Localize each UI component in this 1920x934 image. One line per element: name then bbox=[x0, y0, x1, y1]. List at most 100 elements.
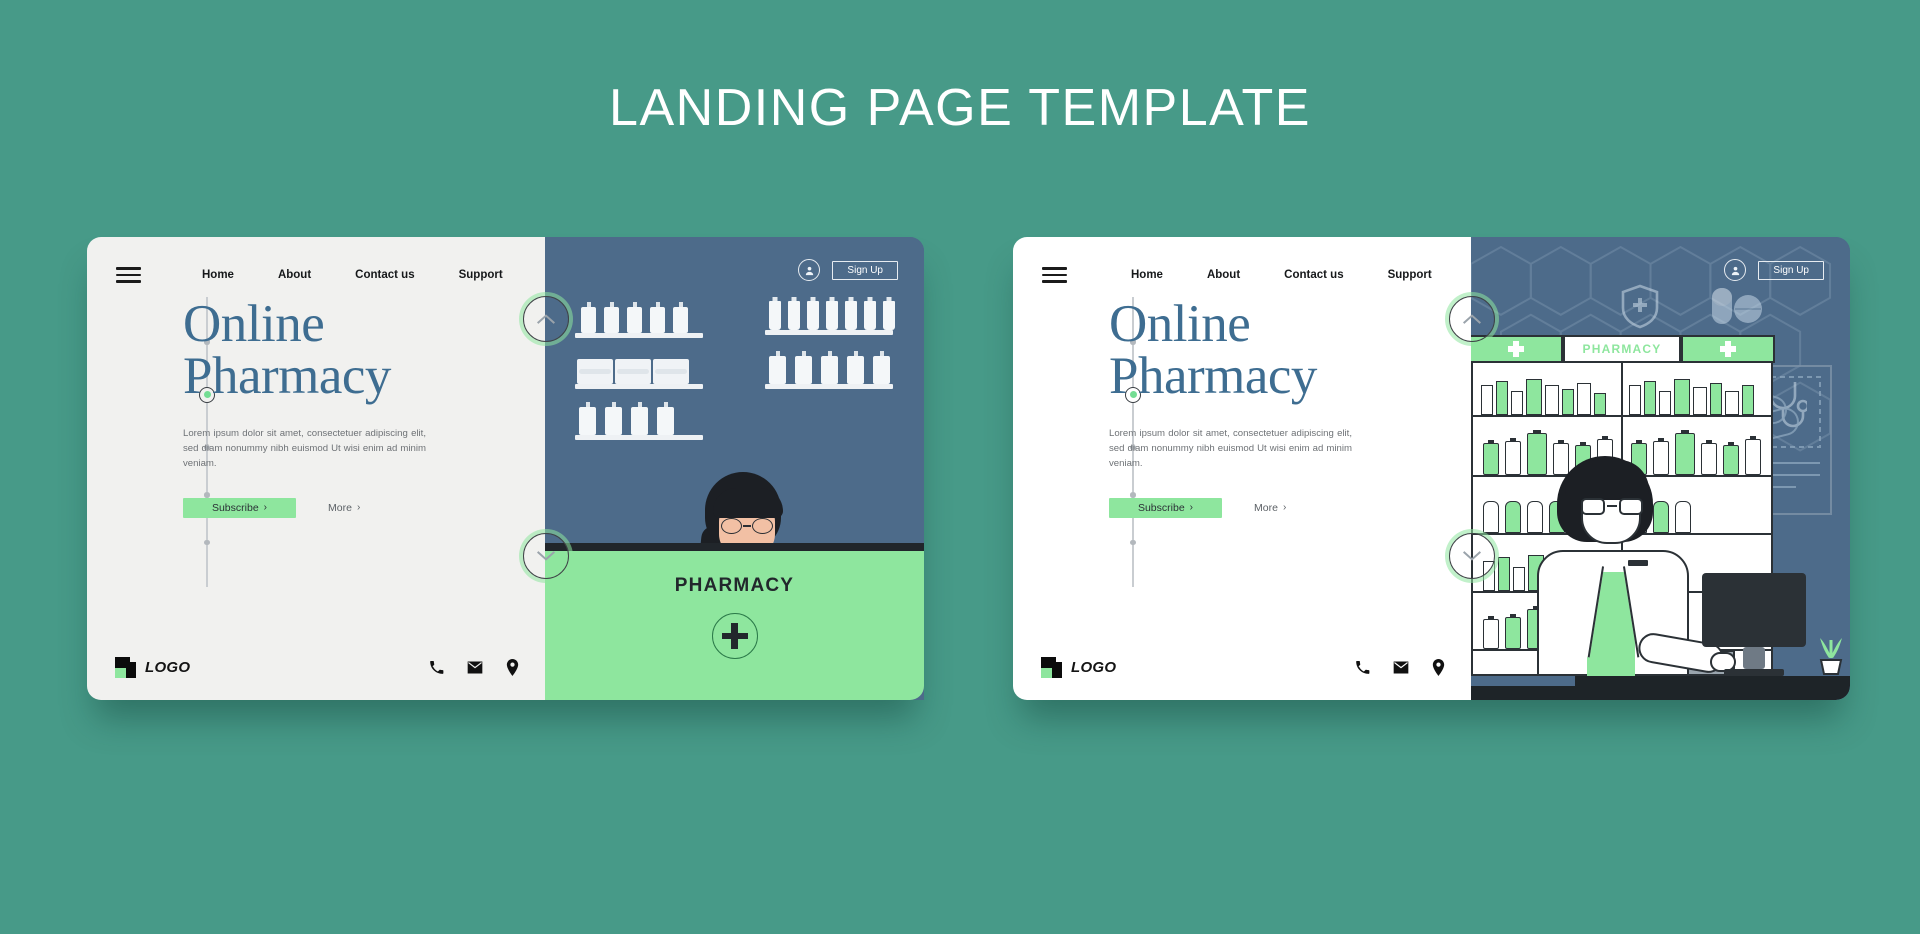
nav-link-support[interactable]: Support bbox=[1366, 269, 1454, 281]
nav-link-contact-us[interactable]: Contact us bbox=[1262, 269, 1365, 281]
chevron-right-icon: › bbox=[1189, 502, 1194, 514]
sign-up-button[interactable]: Sign Up bbox=[1758, 260, 1824, 280]
nav-link-about[interactable]: About bbox=[1185, 269, 1262, 281]
shelf-jar bbox=[847, 356, 864, 384]
card-a-contact-icons bbox=[429, 659, 519, 676]
subscribe-button[interactable]: Subscribe › bbox=[183, 498, 296, 519]
glasses-icon bbox=[1581, 498, 1643, 515]
heading-line-2: Pharmacy bbox=[183, 346, 391, 405]
shelf-tube bbox=[1483, 501, 1499, 533]
shelf-product bbox=[1674, 379, 1690, 415]
shelf-board bbox=[1473, 415, 1771, 417]
nav-link-home[interactable]: Home bbox=[180, 269, 256, 281]
shelf-product bbox=[1710, 383, 1722, 415]
card-b-contact-icons bbox=[1355, 659, 1445, 676]
nav-link-home[interactable]: Home bbox=[1109, 269, 1185, 281]
location-pin-icon[interactable] bbox=[1432, 659, 1445, 676]
shelf-jar bbox=[604, 307, 619, 333]
carousel-up-button[interactable] bbox=[1449, 296, 1495, 342]
shelf-product bbox=[1545, 385, 1559, 415]
shelf-tube bbox=[826, 301, 838, 330]
sign-up-button[interactable]: Sign Up bbox=[832, 260, 898, 280]
card-b-nav-links: Home About Contact us Support bbox=[1109, 269, 1454, 281]
shelf-product bbox=[1693, 387, 1707, 415]
shelf-jar bbox=[650, 307, 665, 333]
shelf-product bbox=[1562, 389, 1574, 415]
pharmacy-sign: PHARMACY bbox=[1471, 335, 1775, 363]
page-heading: Online Pharmacy bbox=[183, 298, 503, 405]
chevron-up-icon bbox=[1462, 314, 1482, 324]
card-b-navbar: Home About Contact us Support bbox=[1013, 255, 1471, 295]
card-b-account-area: Sign Up bbox=[1724, 259, 1824, 281]
card-a-illustration-pane: PHARMACY Sign Up bbox=[545, 237, 924, 700]
card-a-content-pane: Home About Contact us Support Online Pha… bbox=[87, 237, 545, 700]
user-avatar-icon[interactable] bbox=[1724, 259, 1747, 281]
name-badge bbox=[1628, 560, 1648, 566]
card-b-content-pane: Home About Contact us Support Online Pha… bbox=[1013, 237, 1471, 700]
shelf-bottle bbox=[1483, 616, 1499, 649]
pharmacist-counter-illustration: PHARMACY bbox=[545, 237, 924, 700]
shelf-jar bbox=[673, 307, 688, 333]
logo-text: LOGO bbox=[1071, 659, 1117, 676]
envelope-icon[interactable] bbox=[467, 661, 483, 674]
more-button[interactable]: More › bbox=[1254, 502, 1286, 514]
shelf-jar bbox=[627, 307, 642, 333]
shield-cross-icon bbox=[1621, 284, 1659, 329]
card-b-cta-row: Subscribe › More › bbox=[1109, 498, 1429, 519]
subscribe-button[interactable]: Subscribe › bbox=[1109, 498, 1222, 519]
hamburger-menu-icon[interactable] bbox=[116, 267, 141, 283]
shelf-jar bbox=[821, 356, 838, 384]
subscribe-label: Subscribe bbox=[211, 502, 259, 515]
carousel-down-button[interactable] bbox=[1449, 533, 1495, 579]
shelf-product bbox=[1659, 391, 1671, 415]
user-avatar-icon[interactable] bbox=[798, 259, 821, 281]
location-pin-icon[interactable] bbox=[506, 659, 519, 676]
card-a-account-area: Sign Up bbox=[798, 259, 898, 281]
subscribe-label: Subscribe bbox=[1137, 502, 1185, 515]
phone-icon[interactable] bbox=[429, 660, 444, 675]
heading-line-1: Online bbox=[183, 295, 325, 353]
pharmacist-character bbox=[1525, 456, 1736, 676]
shelf-product bbox=[1511, 391, 1523, 415]
card-b-hero: Online Pharmacy Lorem ipsum dolor sit am… bbox=[1109, 298, 1429, 519]
counter-surface bbox=[1575, 676, 1850, 686]
shelf-tube bbox=[769, 301, 781, 330]
card-b-illustration-pane: PHARMACY Sign Up bbox=[1471, 237, 1850, 700]
card-b-footer: LOGO bbox=[1041, 657, 1445, 678]
phone-icon[interactable] bbox=[1355, 660, 1370, 675]
hamburger-menu-icon[interactable] bbox=[1042, 267, 1067, 283]
counter-label: PHARMACY bbox=[674, 575, 795, 596]
sign-cross-left bbox=[1471, 335, 1563, 363]
card-a-navbar: Home About Contact us Support bbox=[87, 255, 545, 295]
chevron-right-icon: › bbox=[356, 502, 361, 514]
heading-line-2: Pharmacy bbox=[1109, 346, 1317, 405]
shelf-box bbox=[615, 359, 651, 384]
carousel-up-button[interactable] bbox=[523, 296, 569, 342]
plus-icon bbox=[711, 613, 758, 659]
shelf-tube bbox=[883, 301, 895, 330]
counter-top-edge bbox=[545, 543, 924, 551]
shelf-product bbox=[1496, 381, 1508, 415]
nav-link-contact-us[interactable]: Contact us bbox=[333, 269, 436, 281]
logo-mark-icon bbox=[1041, 657, 1062, 678]
hero-body-text: Lorem ipsum dolor sit amet, consectetuer… bbox=[183, 427, 426, 469]
page-title: LANDING PAGE TEMPLATE bbox=[609, 79, 1311, 137]
logo[interactable]: LOGO bbox=[115, 657, 190, 678]
shelf-tube bbox=[788, 301, 800, 330]
sign-cross-right bbox=[1681, 335, 1775, 363]
shelf-jar bbox=[579, 407, 596, 435]
logo[interactable]: LOGO bbox=[1041, 657, 1116, 678]
more-button[interactable]: More › bbox=[328, 502, 360, 514]
logo-mark-icon bbox=[115, 657, 136, 678]
shelf-bottle bbox=[1505, 438, 1521, 475]
nav-link-support[interactable]: Support bbox=[437, 269, 525, 281]
envelope-icon[interactable] bbox=[1393, 661, 1409, 674]
shelf-jar bbox=[769, 356, 786, 384]
shelf bbox=[575, 333, 703, 338]
nav-link-about[interactable]: About bbox=[256, 269, 333, 281]
shelf-tube bbox=[807, 301, 819, 330]
chevron-up-icon bbox=[536, 314, 556, 324]
card-a-hero: Online Pharmacy Lorem ipsum dolor sit am… bbox=[183, 298, 503, 519]
cross-icon bbox=[1720, 341, 1736, 357]
carousel-down-button[interactable] bbox=[523, 533, 569, 579]
